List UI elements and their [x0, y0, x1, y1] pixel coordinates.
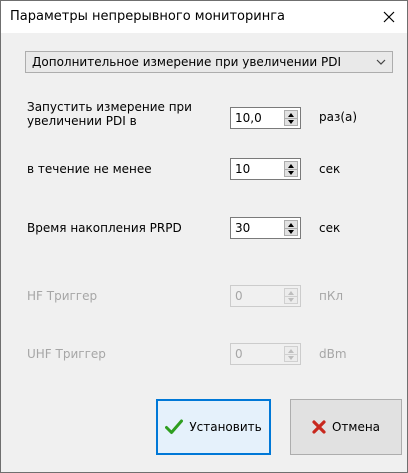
- spin-down-button[interactable]: [285, 228, 297, 235]
- duration-unit: сек: [319, 162, 341, 176]
- set-button[interactable]: Установить: [156, 399, 271, 455]
- close-icon: [383, 11, 395, 23]
- duration-label: в течение не менее: [27, 162, 152, 176]
- arrow-up-icon: [288, 163, 294, 168]
- spin-down-button[interactable]: [285, 169, 297, 176]
- pdi-increase-label: Запустить измерение при увеличении PDI в: [27, 100, 192, 128]
- hf-trigger-value: 0: [235, 289, 243, 303]
- dialog-window: Параметры непрерывного мониторинга Допол…: [0, 0, 408, 473]
- duration-value[interactable]: 10: [235, 162, 250, 176]
- red-x-icon: [312, 420, 326, 434]
- chevron-down-icon: [376, 59, 386, 65]
- mode-dropdown[interactable]: Дополнительное измерение при увеличении …: [25, 51, 393, 73]
- spin-down-button: [285, 354, 297, 361]
- cancel-button[interactable]: Отмена: [290, 399, 402, 455]
- prpd-time-spin-buttons: [284, 220, 298, 236]
- pdi-increase-stepper[interactable]: 10,0: [230, 107, 301, 129]
- hf-trigger-unit: пКл: [319, 289, 344, 303]
- uhf-trigger-stepper: 0: [230, 343, 301, 365]
- pdi-increase-label-line1: Запустить измерение при: [27, 100, 192, 114]
- arrow-up-icon: [288, 348, 294, 353]
- hf-trigger-label: HF Триггер: [27, 289, 98, 303]
- uhf-trigger-value: 0: [235, 347, 243, 361]
- set-button-label: Установить: [189, 420, 262, 434]
- arrow-down-icon: [288, 297, 294, 302]
- arrow-down-icon: [288, 229, 294, 234]
- duration-stepper[interactable]: 10: [230, 158, 301, 180]
- arrow-up-icon: [288, 222, 294, 227]
- dialog-title: Параметры непрерывного мониторинга: [10, 9, 286, 24]
- arrow-down-icon: [288, 355, 294, 360]
- spin-down-button: [285, 296, 297, 303]
- uhf-trigger-label: UHF Триггер: [27, 347, 106, 361]
- prpd-time-unit: сек: [319, 221, 341, 235]
- arrow-up-icon: [288, 112, 294, 117]
- checkmark-icon: [165, 419, 184, 434]
- dropdown-selected-value: Дополнительное измерение при увеличении …: [32, 55, 342, 69]
- arrow-down-icon: [288, 119, 294, 124]
- arrow-down-icon: [288, 170, 294, 175]
- duration-spin-buttons: [284, 161, 298, 177]
- cancel-button-label: Отмена: [331, 420, 381, 434]
- pdi-increase-unit: раз(а): [319, 110, 358, 124]
- prpd-time-label: Время накопления PRPD: [27, 221, 182, 235]
- hf-trigger-stepper: 0: [230, 285, 301, 307]
- uhf-trigger-spin-buttons: [284, 346, 298, 362]
- title-bar: Параметры непрерывного мониторинга: [1, 1, 407, 33]
- spin-down-button[interactable]: [285, 118, 297, 125]
- close-button[interactable]: [374, 4, 404, 30]
- arrow-up-icon: [288, 290, 294, 295]
- pdi-increase-value[interactable]: 10,0: [235, 111, 262, 125]
- uhf-trigger-unit: dBm: [319, 347, 347, 361]
- pdi-increase-spin-buttons: [284, 110, 298, 126]
- prpd-time-value[interactable]: 30: [235, 221, 250, 235]
- prpd-time-stepper[interactable]: 30: [230, 217, 301, 239]
- hf-trigger-spin-buttons: [284, 288, 298, 304]
- pdi-increase-label-line2: увеличении PDI в: [27, 114, 137, 128]
